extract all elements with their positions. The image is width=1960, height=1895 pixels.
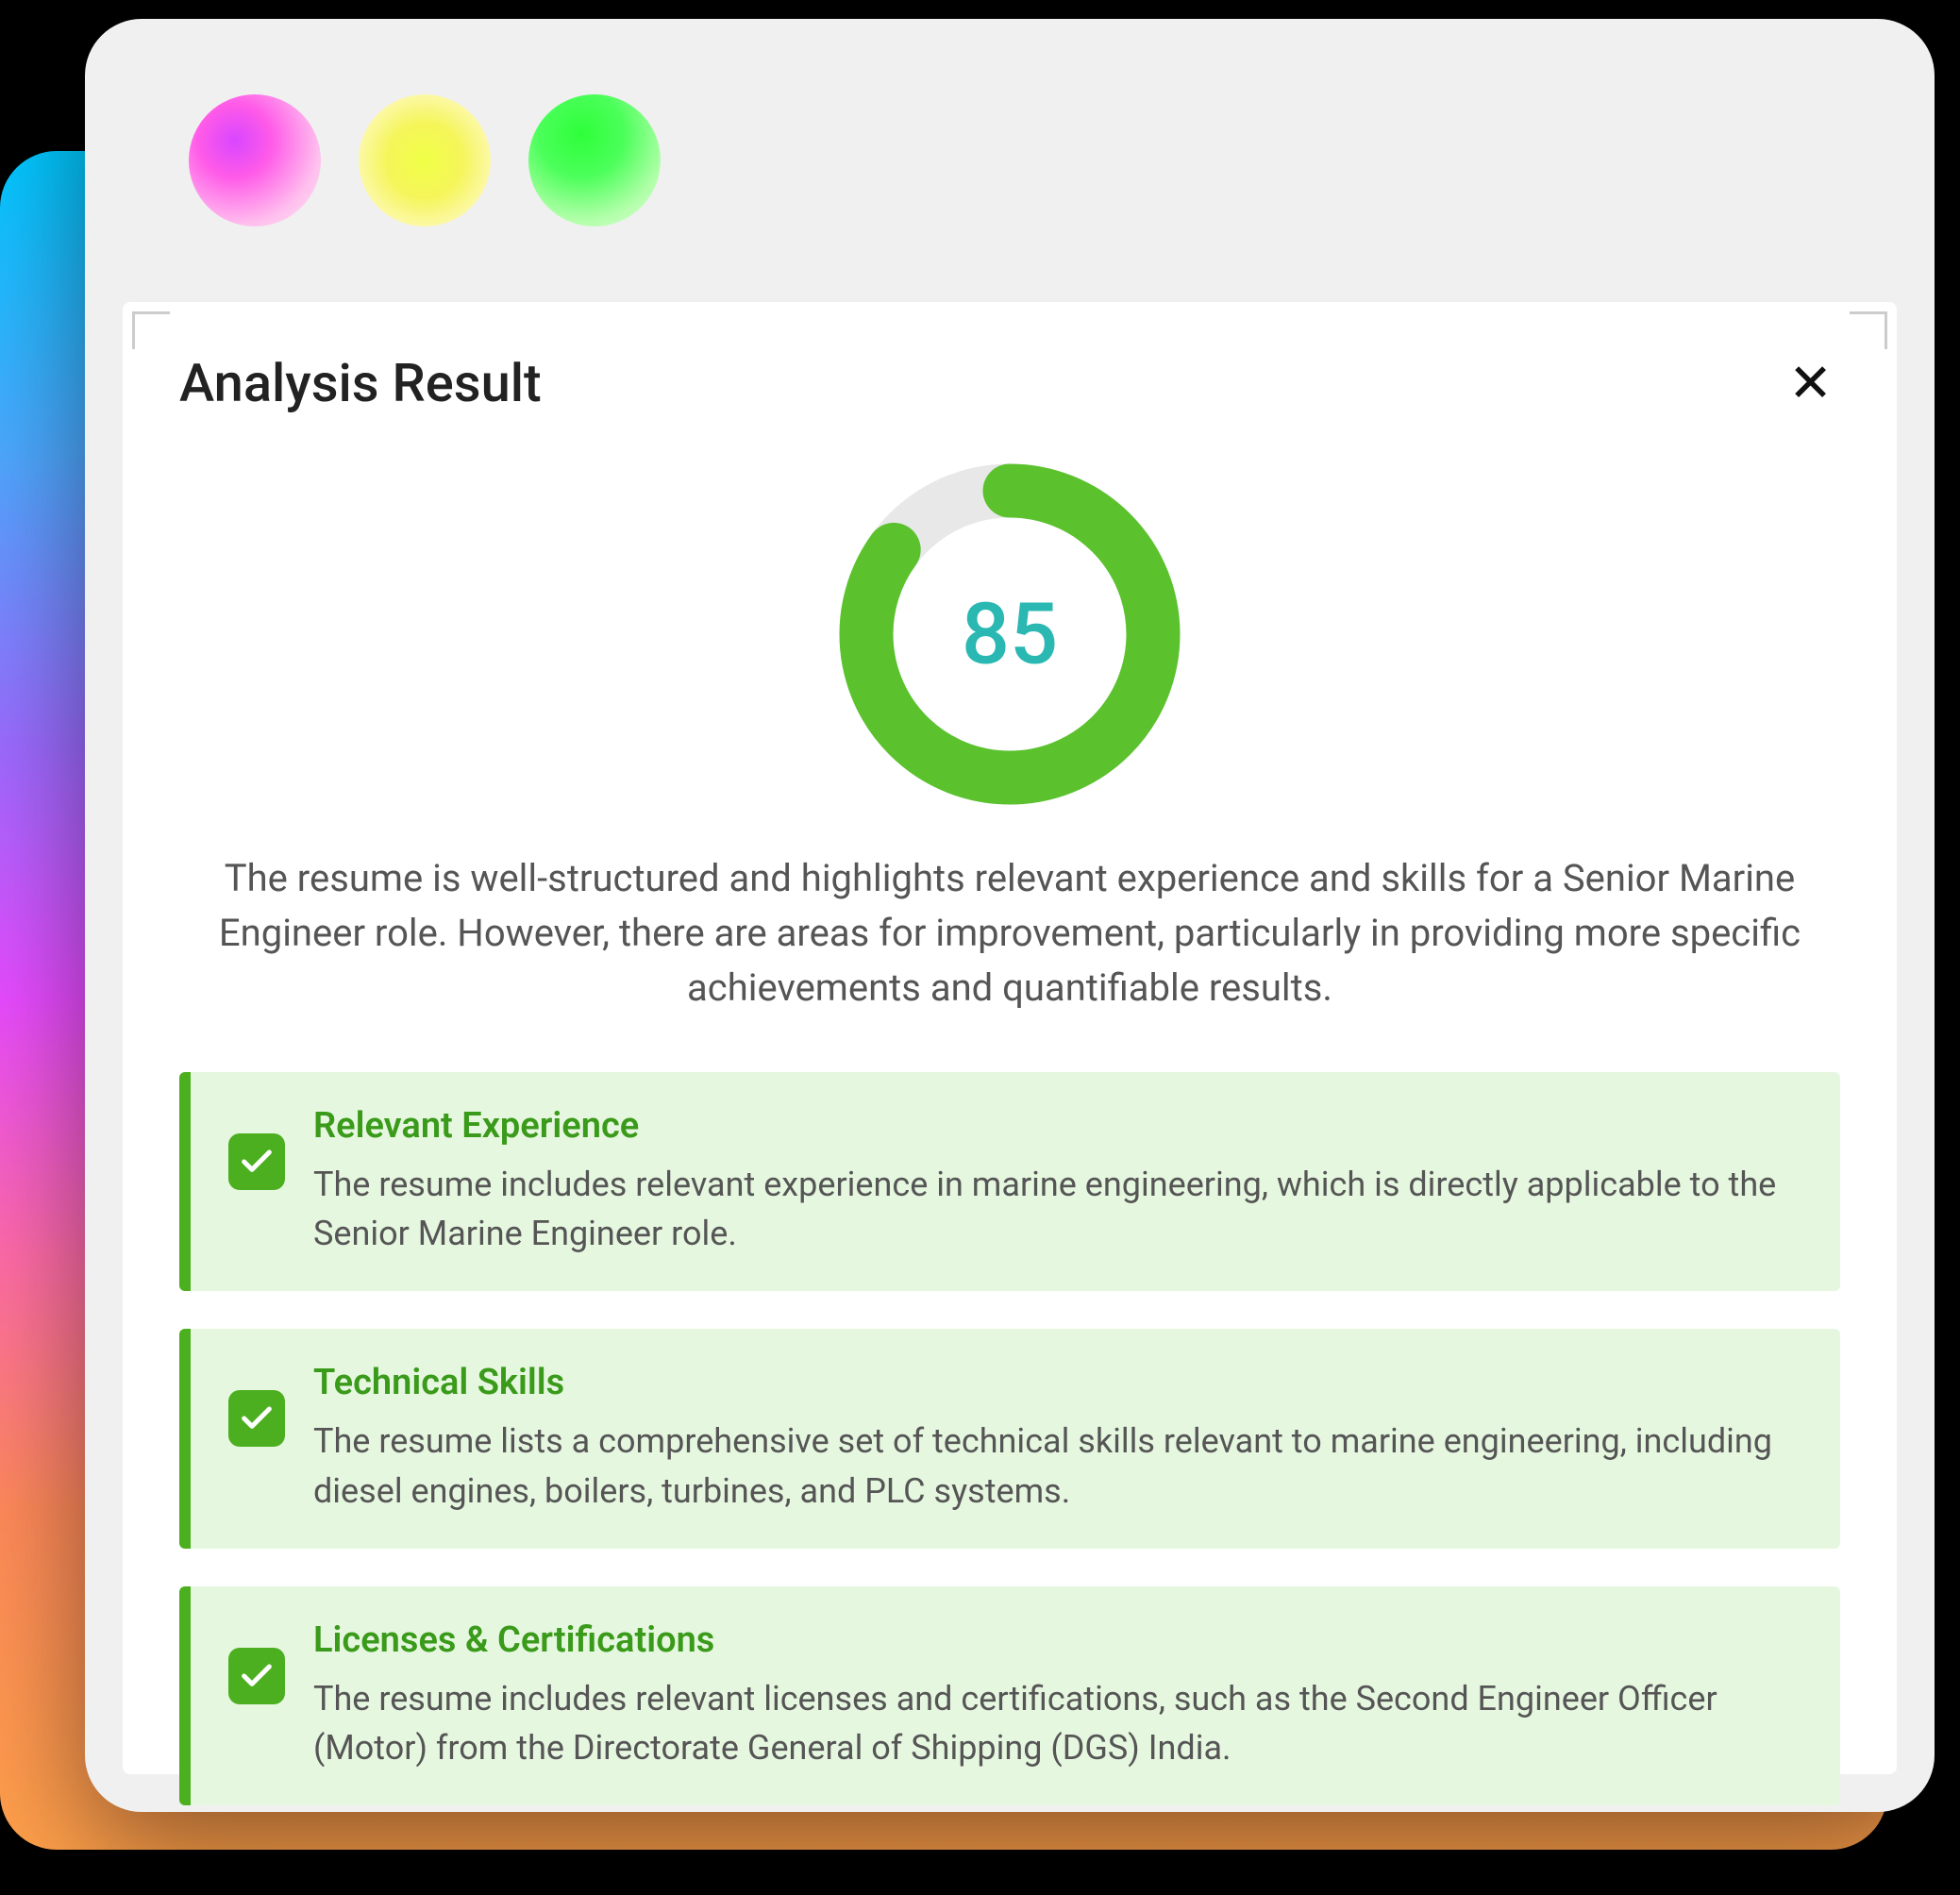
feedback-text: The resume lists a comprehensive set of …: [313, 1417, 1802, 1515]
score-value: 85: [962, 585, 1058, 684]
check-icon: [228, 1133, 285, 1190]
titlebar: [85, 19, 1935, 302]
modal-title: Analysis Result: [179, 352, 542, 414]
feedback-title: Licenses & Certifications: [313, 1619, 1802, 1661]
corner-marker-icon: [132, 311, 170, 349]
feedback-text: The resume includes relevant experience …: [313, 1160, 1802, 1258]
close-icon: ✕: [1788, 352, 1833, 414]
feedback-text: The resume includes relevant licenses an…: [313, 1674, 1802, 1772]
summary-text: The resume is well-structured and highli…: [208, 851, 1812, 1015]
check-icon: [228, 1390, 285, 1447]
app-window: Analysis Result ✕ 85 The resume is well-…: [85, 19, 1935, 1812]
score-ring: 85: [830, 455, 1189, 813]
modal-panel: Analysis Result ✕ 85 The resume is well-…: [123, 302, 1897, 1774]
feedback-list: Relevant Experience The resume includes …: [179, 1072, 1840, 1805]
check-icon: [228, 1648, 285, 1704]
corner-marker-icon: [1850, 311, 1887, 349]
feedback-card: Licenses & Certifications The resume inc…: [179, 1586, 1840, 1805]
traffic-light-zoom-icon[interactable]: [528, 94, 661, 226]
traffic-light-close-icon[interactable]: [189, 94, 321, 226]
feedback-card: Technical Skills The resume lists a comp…: [179, 1329, 1840, 1548]
feedback-title: Relevant Experience: [313, 1105, 1802, 1147]
feedback-title: Technical Skills: [313, 1362, 1802, 1403]
close-button[interactable]: ✕: [1781, 349, 1840, 417]
feedback-card: Relevant Experience The resume includes …: [179, 1072, 1840, 1291]
traffic-light-minimize-icon[interactable]: [359, 94, 491, 226]
